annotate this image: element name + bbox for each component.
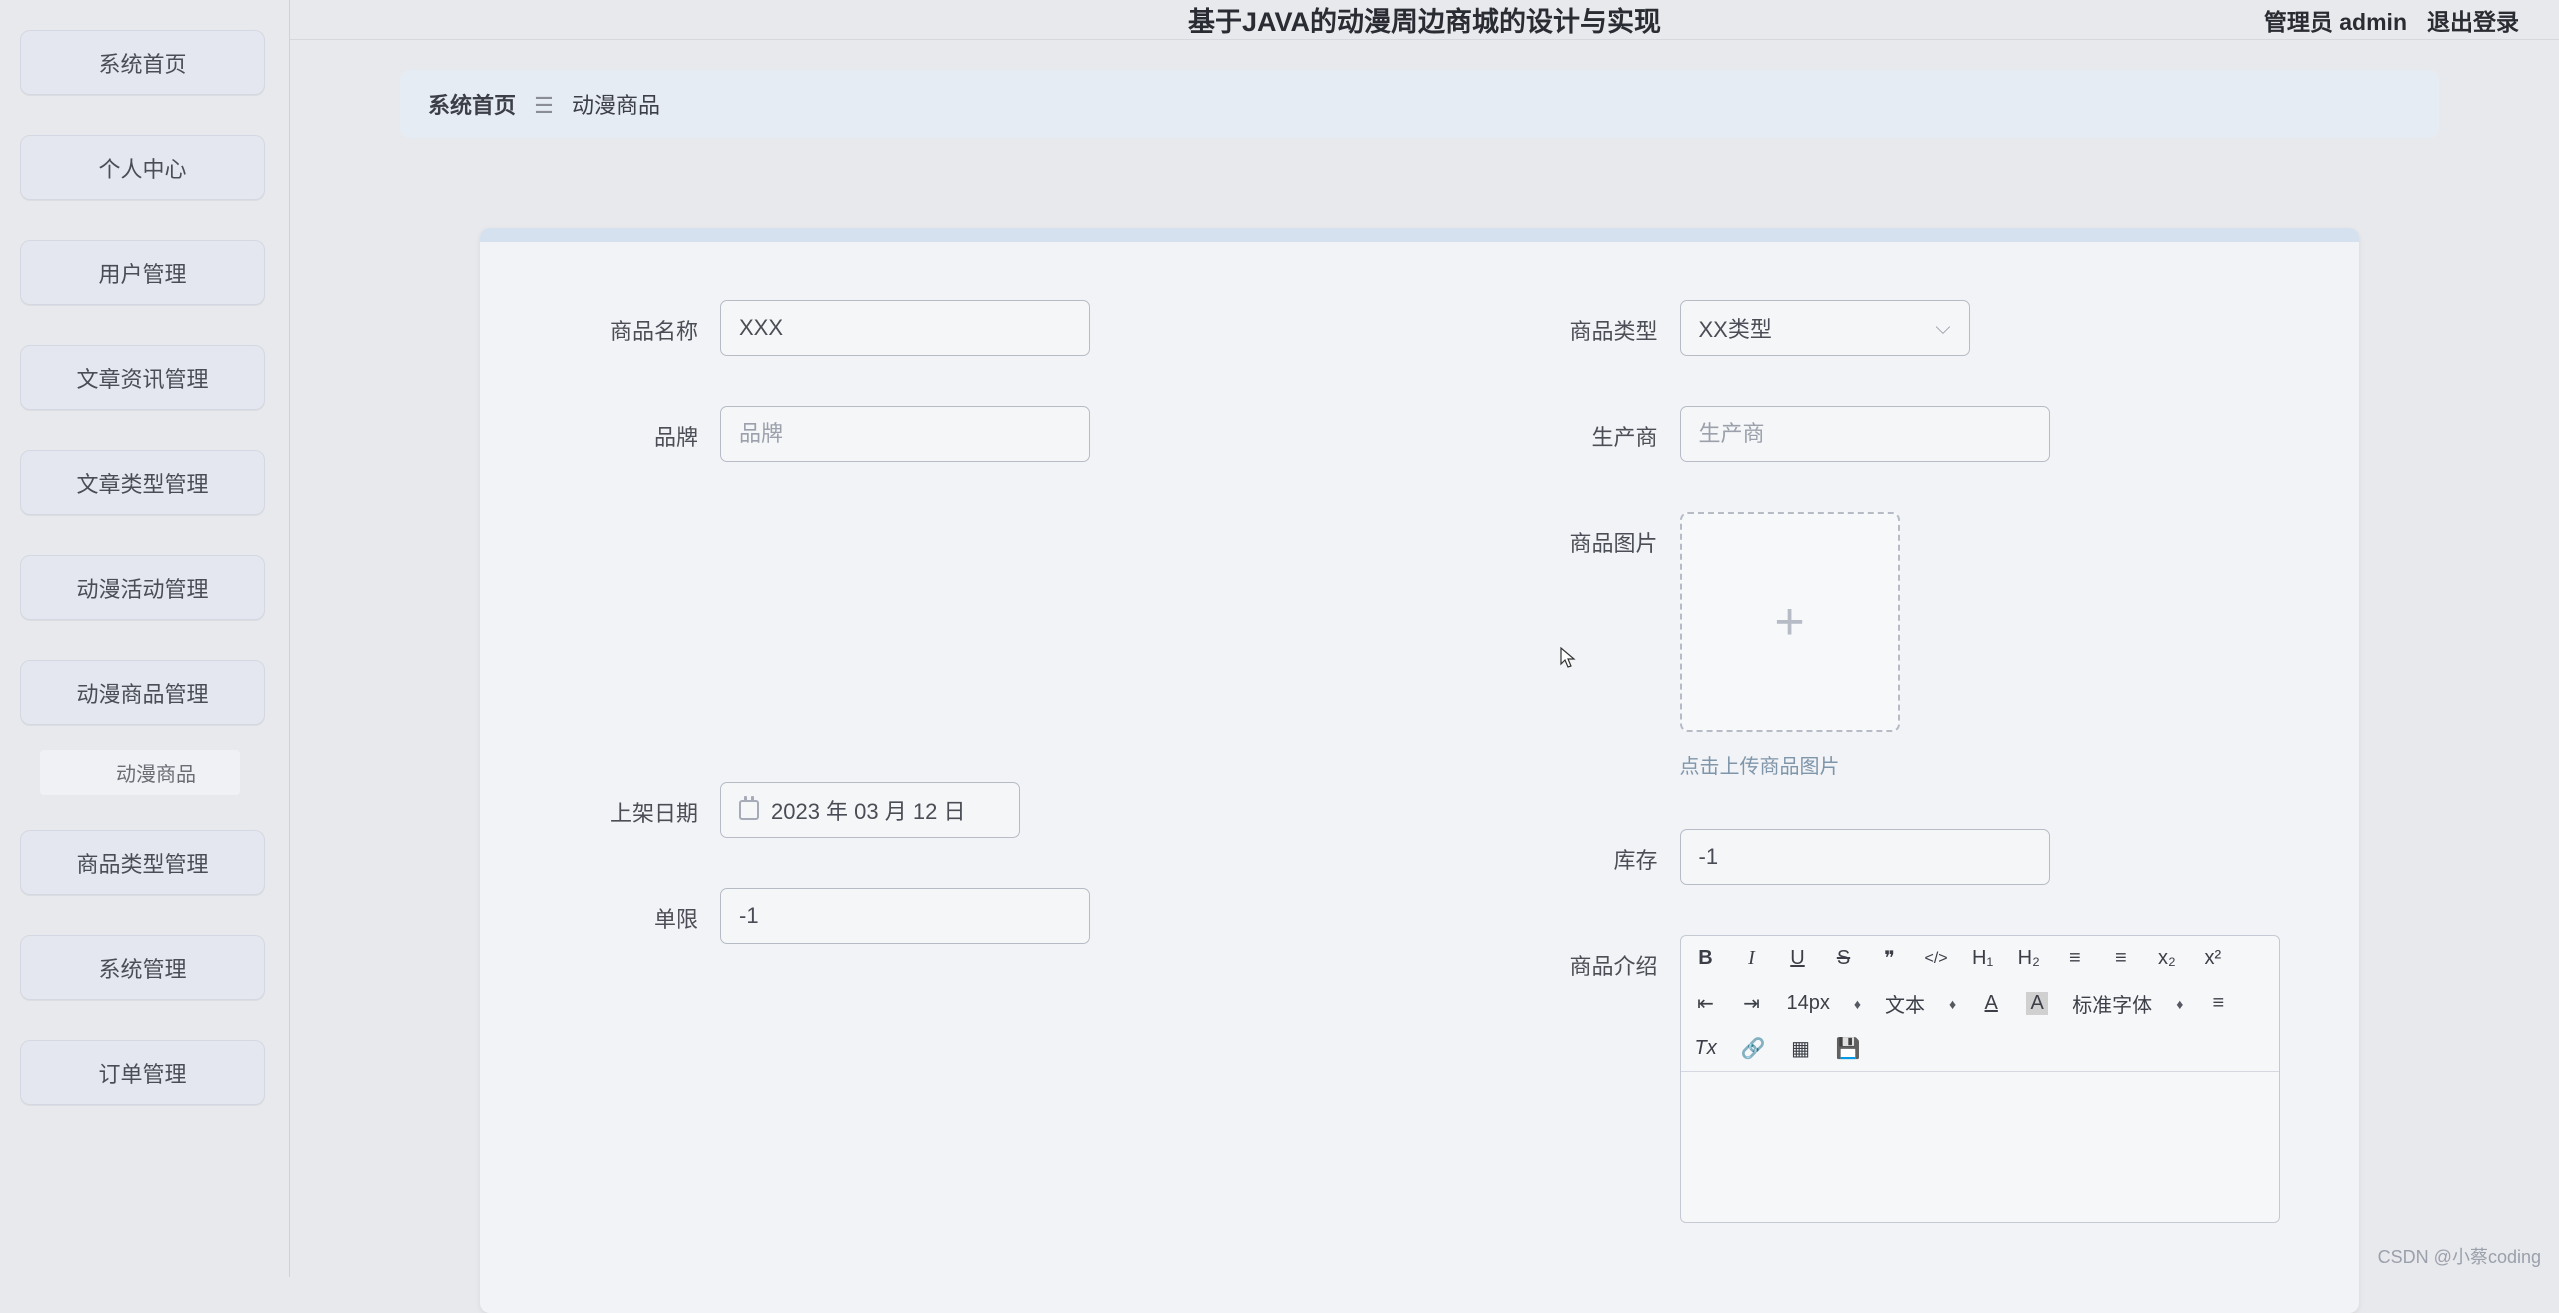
image-icon[interactable]: ▦	[1790, 1036, 1812, 1061]
user-label[interactable]: 管理员 admin	[2264, 3, 2407, 37]
topbar: 基于JAVA的动漫周边商城的设计与实现 管理员 admin 退出登录	[290, 0, 2559, 40]
breadcrumb-home[interactable]: 系统首页	[428, 93, 516, 118]
sidebar-item-label: 动漫商品管理	[76, 677, 208, 709]
font-color-icon[interactable]: A	[1980, 992, 2002, 1015]
sidebar-item-label: 系统首页	[98, 47, 186, 79]
listing-date-picker[interactable]: 2023 年 03 月 12 日	[720, 782, 1020, 838]
product-type-value: XX类型	[1699, 312, 1772, 344]
clear-format-icon[interactable]: Tx	[1695, 1037, 1717, 1060]
listing-date-label: 上架日期	[520, 782, 720, 828]
image-uploader[interactable]: +	[1680, 512, 1900, 732]
main: 基于JAVA的动漫周边商城的设计与实现 管理员 admin 退出登录 系统首页 …	[290, 0, 2559, 1277]
subscript-icon[interactable]: x₂	[2156, 947, 2178, 970]
sidebar-item-label: 订单管理	[98, 1057, 186, 1089]
sidebar-item-label: 商品类型管理	[76, 847, 208, 879]
form-panel: 商品名称 品牌 上架日期 2023 年 03 月 12 日	[480, 228, 2359, 1313]
superscript-icon[interactable]: x²	[2202, 947, 2224, 970]
manufacturer-label: 生产商	[1480, 406, 1680, 452]
sidebar-item-home[interactable]: 系统首页	[20, 30, 265, 95]
sidebar-item-product-types[interactable]: 商品类型管理	[20, 830, 265, 895]
product-name-input[interactable]	[720, 300, 1090, 356]
sidebar-item-articles[interactable]: 文章资讯管理	[20, 345, 265, 410]
strike-icon[interactable]: S	[1833, 947, 1855, 970]
product-name-label: 商品名称	[520, 300, 720, 346]
breadcrumb: 系统首页 ☰ 动漫商品	[400, 70, 2439, 138]
save-icon[interactable]: 💾	[1836, 1036, 1861, 1061]
h2-icon[interactable]: H₂	[2018, 947, 2040, 970]
editor-toolbar: B I U S ❞ </> H₁ H₂ ≡ ≡	[1681, 936, 2279, 1072]
sidebar-sub-label: 动漫商品	[116, 758, 196, 787]
manufacturer-input[interactable]	[1680, 406, 2050, 462]
content: 系统首页 ☰ 动漫商品 商品名称 品牌	[290, 40, 2559, 1313]
upload-hint: 点击上传商品图片	[1680, 750, 1900, 779]
breadcrumb-current: 动漫商品	[572, 93, 660, 118]
sidebar-item-label: 系统管理	[98, 952, 186, 984]
single-limit-label: 单限	[520, 888, 720, 934]
sidebar-item-orders[interactable]: 订单管理	[20, 1040, 265, 1105]
sidebar-item-users[interactable]: 用户管理	[20, 240, 265, 305]
sidebar-item-label: 个人中心	[98, 152, 186, 184]
brand-label: 品牌	[520, 406, 720, 452]
bg-color-icon[interactable]: A	[2026, 992, 2048, 1015]
sidebar-item-products[interactable]: 动漫商品管理	[20, 660, 265, 725]
sidebar-item-label: 动漫活动管理	[76, 572, 208, 604]
sidebar-item-label: 文章类型管理	[76, 467, 208, 499]
italic-icon[interactable]: I	[1741, 947, 1763, 970]
caret-icon: ♦	[2176, 996, 2183, 1012]
plus-icon: +	[1774, 592, 1804, 652]
sidebar-item-system[interactable]: 系统管理	[20, 935, 265, 1000]
single-limit-input[interactable]	[720, 888, 1090, 944]
sidebar-item-profile[interactable]: 个人中心	[20, 135, 265, 200]
link-icon[interactable]: 🔗	[1741, 1036, 1766, 1061]
font-size-select[interactable]: 14px♦	[1787, 992, 1862, 1015]
watermark: CSDN @小蔡coding	[2378, 1243, 2541, 1269]
stock-input[interactable]	[1680, 829, 2050, 885]
logout-link[interactable]: 退出登录	[2427, 3, 2519, 37]
product-type-label: 商品类型	[1480, 300, 1680, 346]
font-family-select[interactable]: 标准字体♦	[2072, 989, 2183, 1018]
calendar-icon	[739, 800, 759, 820]
editor-body[interactable]	[1681, 1072, 2279, 1222]
text-style-select[interactable]: 文本♦	[1885, 989, 1956, 1018]
page-title: 基于JAVA的动漫周边商城的设计与实现	[1188, 0, 1661, 39]
listing-date-value: 2023 年 03 月 12 日	[771, 794, 965, 826]
quote-icon[interactable]: ❞	[1879, 946, 1901, 971]
indent-icon[interactable]: ⇥	[1741, 991, 1763, 1016]
sidebar-item-article-types[interactable]: 文章类型管理	[20, 450, 265, 515]
sidebar-item-label: 用户管理	[98, 257, 186, 289]
align-icon[interactable]: ≡	[2207, 992, 2229, 1015]
product-image-label: 商品图片	[1480, 512, 1680, 558]
breadcrumb-separator-icon: ☰	[534, 93, 554, 118]
h1-icon[interactable]: H₁	[1972, 947, 1994, 970]
brand-input[interactable]	[720, 406, 1090, 462]
rich-text-editor: B I U S ❞ </> H₁ H₂ ≡ ≡	[1680, 935, 2280, 1223]
sidebar: 系统首页 个人中心 用户管理 文章资讯管理 文章类型管理 动漫活动管理 动漫商品…	[0, 0, 290, 1277]
product-type-select[interactable]: XX类型 ⌵	[1680, 300, 1970, 356]
underline-icon[interactable]: U	[1787, 947, 1809, 970]
sidebar-item-label: 文章资讯管理	[76, 362, 208, 394]
outdent-icon[interactable]: ⇤	[1695, 991, 1717, 1016]
sidebar-sub-item-anime-products[interactable]: 动漫商品	[40, 750, 240, 795]
sidebar-item-activities[interactable]: 动漫活动管理	[20, 555, 265, 620]
bold-icon[interactable]: B	[1695, 947, 1717, 970]
code-icon[interactable]: </>	[1925, 950, 1948, 968]
caret-icon: ♦	[1949, 996, 1956, 1012]
description-label: 商品介绍	[1480, 935, 1680, 981]
stock-label: 库存	[1480, 829, 1680, 875]
unordered-list-icon[interactable]: ≡	[2110, 947, 2132, 970]
caret-icon: ♦	[1854, 996, 1861, 1012]
ordered-list-icon[interactable]: ≡	[2064, 947, 2086, 970]
chevron-down-icon: ⌵	[1935, 317, 1950, 340]
